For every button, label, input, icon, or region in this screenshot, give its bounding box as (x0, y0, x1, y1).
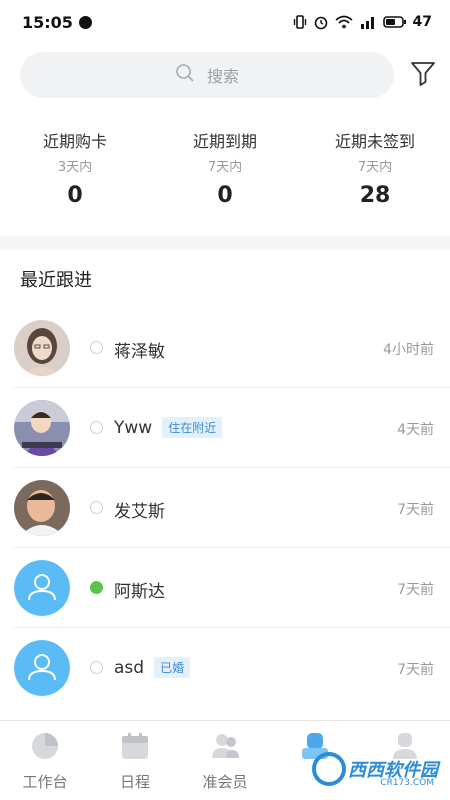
contact-time: 4小时前 (383, 342, 434, 358)
contact-tag: 已婚 (154, 657, 191, 678)
stat-value: 0 (67, 183, 83, 208)
nav-prospects[interactable]: 准会员 (180, 721, 270, 800)
stat-title: 近期到期 (192, 132, 257, 151)
nav-schedule[interactable]: 日程 (90, 721, 180, 800)
contact-name: 阿斯达 (114, 582, 165, 602)
calendar-icon (120, 731, 150, 765)
alarm-icon (313, 14, 329, 30)
contact-name: 蒋泽敏 (114, 342, 165, 362)
search-row: 搜索 (20, 52, 440, 98)
stat-subtitle: 7天内 (357, 160, 393, 175)
contact-time: 4天前 (397, 422, 434, 438)
contact-name: Yww (114, 417, 153, 438)
list-item[interactable]: 蒋泽敏 4小时前 (14, 308, 450, 388)
status-dot (90, 341, 103, 354)
status-time: 15:05 (22, 12, 73, 32)
nav-label: 工作台 (22, 773, 68, 791)
search-input[interactable]: 搜索 (20, 52, 394, 98)
stat-value: 0 (217, 183, 233, 208)
stat-title: 近期未签到 (334, 132, 415, 151)
list-item[interactable]: 阿斯达 7天前 (14, 548, 450, 628)
stat-recent-not-signed[interactable]: 近期未签到 7天内 28 (300, 128, 450, 224)
contact-name-wrap: asd 已婚 (114, 657, 191, 678)
contact-list: 蒋泽敏 4小时前 Yww 住在附近 4天前 发艾斯 7天前 阿斯达 7天前 as… (0, 308, 450, 708)
pie-chart-icon (30, 731, 60, 765)
status-right: 47 (293, 14, 432, 30)
contact-time: 7天前 (397, 662, 434, 678)
list-item[interactable]: Yww 住在附近 4天前 (14, 388, 450, 468)
contact-name-wrap: 阿斯达 (114, 577, 165, 602)
contact-name-wrap: 发艾斯 (114, 497, 165, 522)
contact-time: 7天前 (397, 582, 434, 598)
search-placeholder: 搜索 (206, 67, 239, 86)
stat-subtitle: 3天内 (57, 160, 93, 175)
contact-time: 7天前 (397, 502, 434, 518)
status-dot (90, 661, 103, 674)
contact-name: asd (114, 657, 145, 678)
contact-name: 发艾斯 (114, 502, 165, 522)
status-dot-active (90, 581, 103, 594)
section-divider (0, 236, 450, 250)
avatar (14, 640, 70, 696)
filter-icon (409, 59, 437, 91)
nav-label: 日程 (119, 773, 150, 791)
watermark-url: CR173.COM (380, 778, 434, 788)
stat-subtitle: 7天内 (207, 160, 243, 175)
nav-workbench[interactable]: 工作台 (0, 721, 90, 800)
contact-tag: 住在附近 (162, 417, 223, 438)
signal-icon (359, 15, 377, 29)
list-item[interactable]: 发艾斯 7天前 (14, 468, 450, 548)
stat-title: 近期购卡 (42, 132, 107, 151)
vibrate-icon (293, 15, 307, 29)
wifi-icon (334, 15, 353, 29)
avatar (14, 560, 70, 616)
watermark-logo-icon (312, 752, 346, 786)
avatar (14, 400, 70, 456)
users-icon (210, 731, 240, 765)
status-left: 15:05 (22, 13, 92, 32)
section-title: 最近跟进 (20, 270, 92, 291)
watermark-logo: 西西软件园 CR173.COM (312, 752, 438, 788)
filter-button[interactable] (406, 58, 440, 92)
avatar (14, 480, 70, 536)
notification-dot-icon (78, 15, 92, 29)
nav-label: 准会员 (202, 773, 248, 791)
list-item[interactable]: asd 已婚 7天前 (14, 628, 450, 708)
battery-level: 47 (412, 14, 432, 30)
stat-value: 28 (359, 183, 391, 208)
avatar (14, 320, 70, 376)
stat-recent-expiry[interactable]: 近期到期 7天内 0 (150, 128, 300, 224)
status-bar: 15:05 47 (0, 0, 450, 44)
stat-recent-purchase[interactable]: 近期购卡 3天内 0 (0, 128, 150, 224)
status-dot (90, 501, 103, 514)
contact-name-wrap: Yww 住在附近 (114, 417, 223, 438)
search-icon (175, 63, 195, 87)
contact-name-wrap: 蒋泽敏 (114, 337, 165, 362)
battery-icon (382, 15, 407, 29)
stats-panel: 近期购卡 3天内 0 近期到期 7天内 0 近期未签到 7天内 28 (0, 128, 450, 224)
status-dot (90, 421, 103, 434)
